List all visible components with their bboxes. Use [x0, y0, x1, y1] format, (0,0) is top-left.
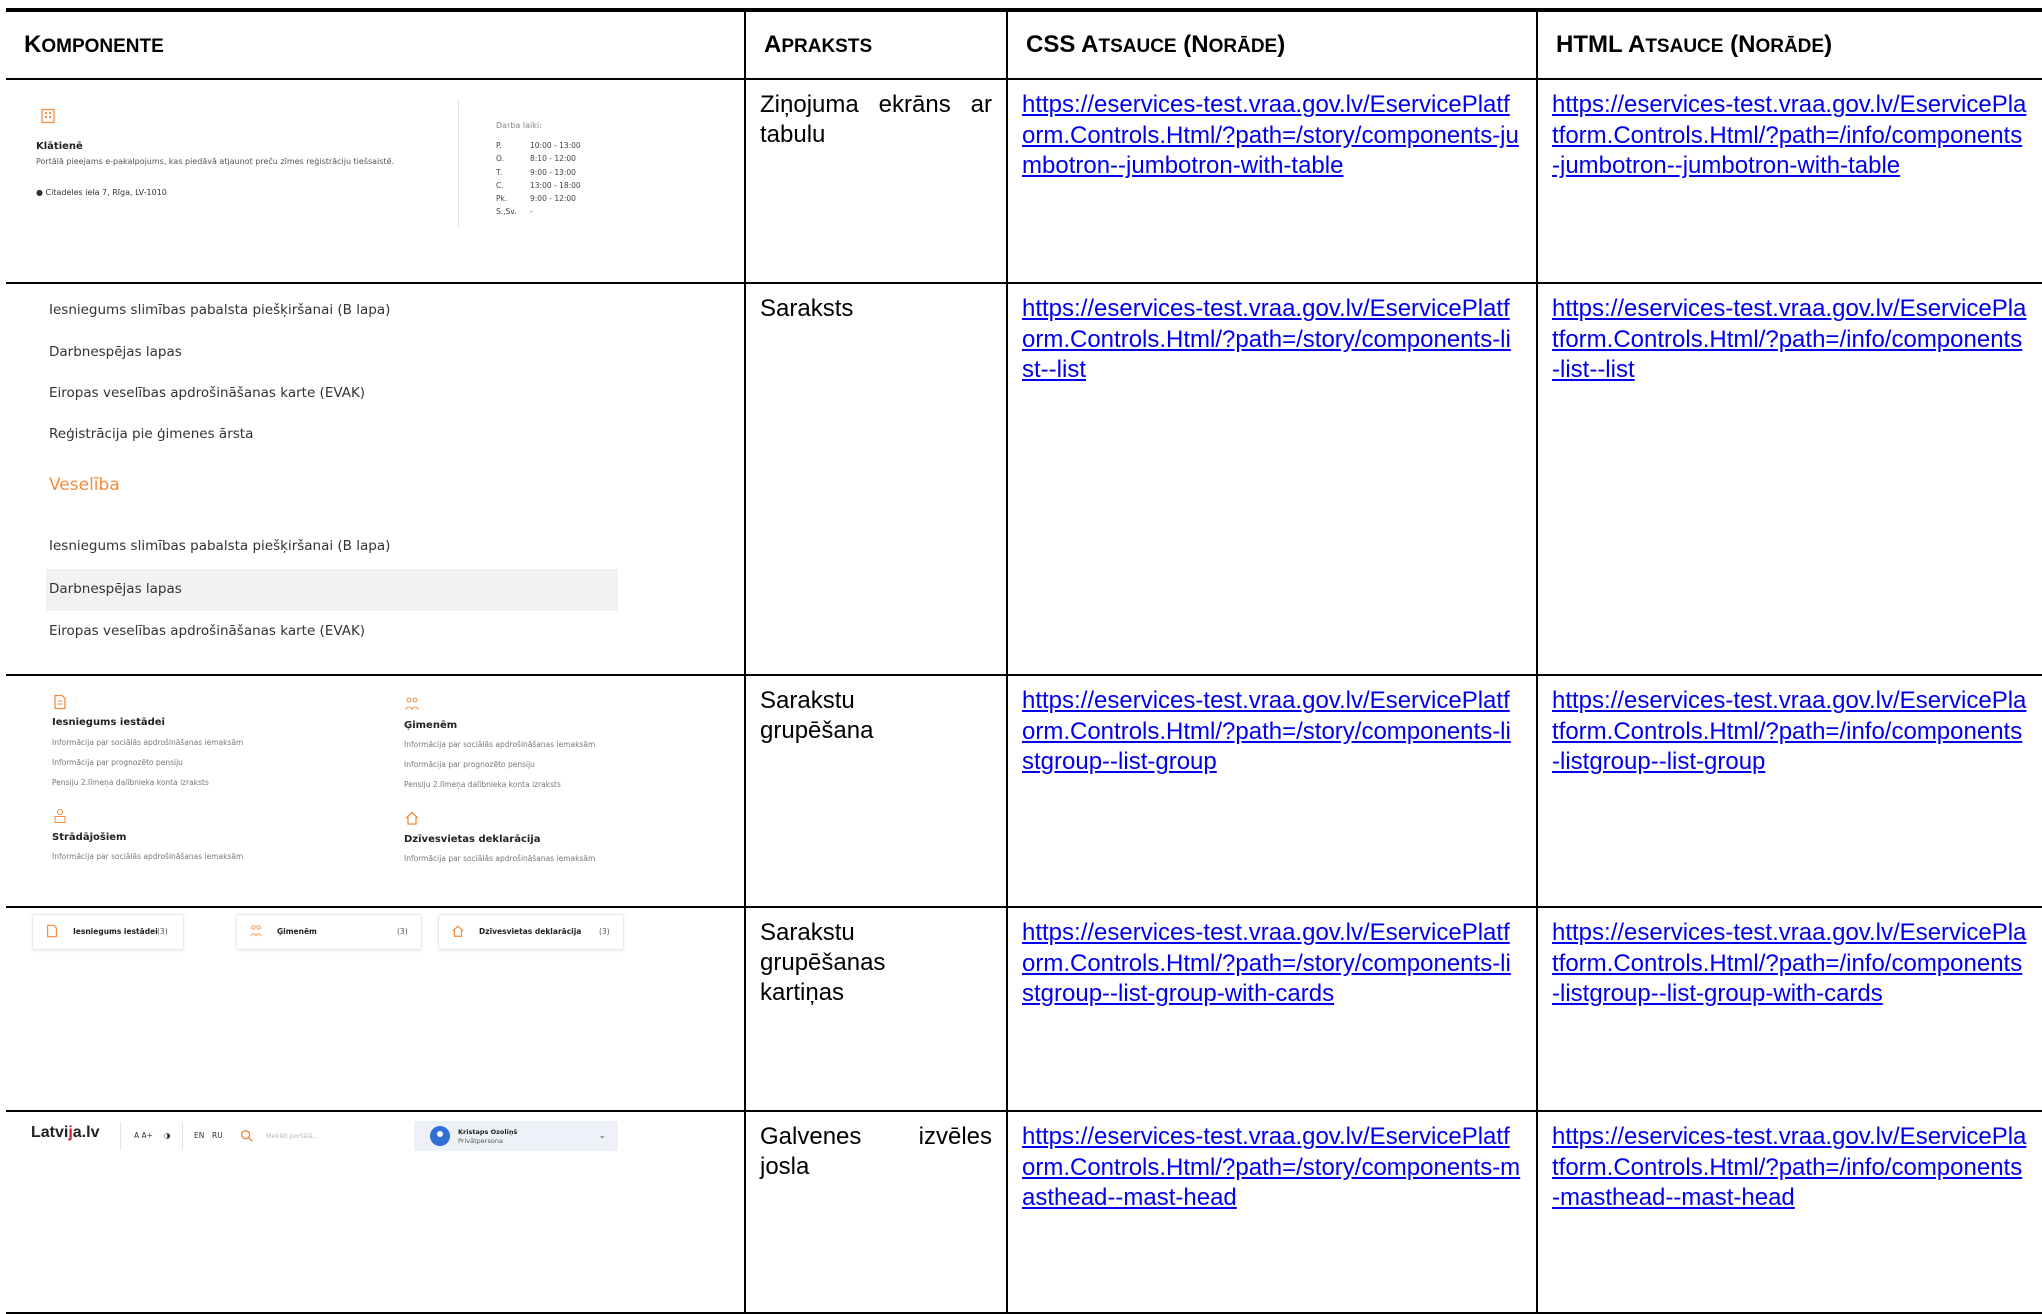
description-cell: Saraksts: [744, 282, 1008, 676]
css-link-cell: https://eservices-test.vraa.gov.lv/Eserv…: [1006, 282, 1538, 676]
html-link-cell: https://eservices-test.vraa.gov.lv/Eserv…: [1536, 78, 2042, 284]
html-reference-link[interactable]: https://eservices-test.vraa.gov.lv/Eserv…: [1552, 918, 2028, 1010]
list-group-item[interactable]: Informācija par prognozēto pensiju: [52, 758, 183, 767]
lang-ru-link[interactable]: RU: [212, 1131, 223, 1140]
jumbotron-title: Klātienē: [36, 141, 83, 152]
table-row: Iesniegums slimības pabalsta piešķiršana…: [6, 282, 2042, 676]
list-group-title[interactable]: Ģimenēm: [404, 720, 457, 731]
list-item[interactable]: Iesniegums slimības pabalsta piešķiršana…: [49, 302, 390, 318]
list-item[interactable]: Eiropas veselības apdrošināšanas karte (…: [49, 385, 365, 401]
html-link-cell: https://eservices-test.vraa.gov.lv/Eserv…: [1536, 1110, 2042, 1314]
list-item[interactable]: Darbnespējas lapas: [49, 344, 182, 360]
building-icon: [41, 108, 55, 124]
html-reference-link[interactable]: https://eservices-test.vraa.gov.lv/Eserv…: [1552, 686, 2028, 778]
component-preview-list: Iesniegums slimības pabalsta piešķiršana…: [6, 282, 746, 676]
house-icon: [405, 811, 419, 825]
header-html: HTML ATSAUCE (NORĀDE): [1536, 8, 2042, 80]
list-group-item[interactable]: Informācija par sociālās apdrošināšanas …: [52, 738, 243, 747]
table-row: Iesniegums iestādei Informācija par soci…: [6, 674, 2042, 908]
list-group-title[interactable]: Iesniegums iestādei: [52, 717, 165, 728]
lang-en-link[interactable]: EN: [194, 1131, 204, 1140]
document-icon: [54, 694, 66, 710]
list-group-item[interactable]: Pensiju 2.līmeņa dalībnieka konta izraks…: [52, 778, 209, 787]
search-placeholder: Meklēt portālā...: [266, 1132, 320, 1140]
list-group-item[interactable]: Informācija par sociālās apdrošināšanas …: [52, 852, 243, 861]
list-group-item[interactable]: Informācija par prognozēto pensiju: [404, 760, 535, 769]
html-reference-link[interactable]: https://eservices-test.vraa.gov.lv/Eserv…: [1552, 90, 2028, 182]
css-link-cell: https://eservices-test.vraa.gov.lv/Eserv…: [1006, 78, 1538, 284]
header-css: CSS ATSAUCE (NORĀDE): [1006, 8, 1538, 80]
list-group-item[interactable]: Pensiju 2.līmeņa dalībnieka konta izraks…: [404, 780, 561, 789]
css-link-cell: https://eservices-test.vraa.gov.lv/Eserv…: [1006, 906, 1538, 1112]
css-reference-link[interactable]: https://eservices-test.vraa.gov.lv/Eserv…: [1022, 294, 1522, 386]
document-icon: [47, 924, 57, 938]
css-reference-link[interactable]: https://eservices-test.vraa.gov.lv/Eserv…: [1022, 90, 1522, 182]
table-row: Klātienē Portālā pieejams e-pakalpojums,…: [6, 78, 2042, 284]
font-size-control[interactable]: A A+: [134, 1131, 153, 1140]
html-reference-link[interactable]: https://eservices-test.vraa.gov.lv/Eserv…: [1552, 294, 2028, 386]
list-group-item[interactable]: Informācija par sociālās apdrošināšanas …: [404, 740, 595, 749]
css-reference-link[interactable]: https://eservices-test.vraa.gov.lv/Eserv…: [1022, 918, 1522, 1010]
list-item[interactable]: Iesniegums slimības pabalsta piešķiršana…: [49, 538, 390, 554]
list-item[interactable]: Reģistrācija pie ģimenes ārsta: [49, 426, 253, 442]
component-preview-cards: Iesniegums iestādei (3) Ģimenēm (3) Dzīv…: [6, 906, 746, 1112]
component-preview-listgroup: Iesniegums iestādei Informācija par soci…: [6, 674, 746, 908]
html-link-cell: https://eservices-test.vraa.gov.lv/Eserv…: [1536, 674, 2042, 908]
list-group-title: Veselība: [49, 475, 120, 495]
user-name: Kristaps Ozoliņš: [458, 1128, 518, 1136]
table-row: Latvija.lv A A+ ◑ EN RU Meklēt portālā..…: [6, 1110, 2042, 1314]
search-icon: [241, 1130, 253, 1142]
list-item[interactable]: Eiropas veselības apdrošināšanas karte (…: [49, 623, 365, 639]
list-item[interactable]: Darbnespējas lapas: [49, 581, 182, 597]
css-link-cell: https://eservices-test.vraa.gov.lv/Eserv…: [1006, 674, 1538, 908]
components-table: KOMPONENTE APRAKSTS CSS ATSAUCE (NORĀDE)…: [6, 8, 2042, 1314]
search-field[interactable]: Meklēt portālā...: [230, 1123, 410, 1149]
css-reference-link[interactable]: https://eservices-test.vraa.gov.lv/Eserv…: [1022, 1122, 1522, 1214]
list-group-title[interactable]: Strādājošiem: [52, 832, 126, 843]
css-reference-link[interactable]: https://eservices-test.vraa.gov.lv/Eserv…: [1022, 686, 1522, 778]
description-cell: Sarakstu grupēšanas kartiņas: [744, 906, 1008, 1112]
avatar: [430, 1126, 450, 1146]
jumbotron-address: ● Citadeles iela 7, Rīga, LV-1010: [36, 188, 167, 197]
header-apraksts: APRAKSTS: [744, 8, 1008, 80]
description-cell: Sarakstu grupēšana: [744, 674, 1008, 908]
chevron-down-icon: ⌄: [598, 1131, 606, 1141]
hours-times: 10:00 - 13:00 8:10 - 12:00 9:00 - 13:00 13:…: [530, 141, 581, 217]
latvija-logo[interactable]: Latvija.lv: [31, 1124, 99, 1142]
family-icon: [405, 697, 419, 711]
html-link-cell: https://eservices-test.vraa.gov.lv/Eserv…: [1536, 282, 2042, 676]
house-icon: [452, 925, 464, 937]
description-cell: Galvenes izvēles josla: [744, 1110, 1008, 1314]
css-link-cell: https://eservices-test.vraa.gov.lv/Eserv…: [1006, 1110, 1538, 1314]
user-menu[interactable]: Kristaps Ozoliņš Privātpersona ⌄: [414, 1121, 618, 1151]
hours-days: P. O. T. C. Pk. S.,Sv.: [496, 141, 517, 217]
worker-icon: [54, 809, 66, 823]
description-cell: Ziņojuma ekrāns ar tabulu: [744, 78, 1008, 284]
hours-label: Darba laiki:: [496, 121, 542, 130]
html-reference-link[interactable]: https://eservices-test.vraa.gov.lv/Eserv…: [1552, 1122, 2028, 1214]
list-group-title[interactable]: Dzīvesvietas deklarācija: [404, 834, 540, 845]
list-group-card[interactable]: Dzīvesvietas deklarācija (3): [438, 914, 624, 950]
divider: [458, 99, 459, 227]
divider: [120, 1122, 121, 1150]
divider: [182, 1122, 183, 1150]
component-preview-jumbotron: Klātienē Portālā pieejams e-pakalpojums,…: [6, 78, 746, 284]
component-preview-masthead: Latvija.lv A A+ ◑ EN RU Meklēt portālā..…: [6, 1110, 746, 1314]
list-group-card[interactable]: Ģimenēm (3): [236, 914, 422, 950]
html-link-cell: https://eservices-test.vraa.gov.lv/Eserv…: [1536, 906, 2042, 1112]
user-role: Privātpersona: [458, 1137, 503, 1145]
list-group-item[interactable]: Informācija par sociālās apdrošināšanas …: [404, 854, 595, 863]
table-row: Iesniegums iestādei (3) Ģimenēm (3) Dzīv…: [6, 906, 2042, 1112]
contrast-icon[interactable]: ◑: [164, 1131, 171, 1140]
family-icon: [250, 925, 262, 937]
jumbotron-subtitle: Portālā pieejams e-pakalpojums, kas pied…: [36, 157, 395, 166]
list-group-card[interactable]: Iesniegums iestādei (3): [32, 914, 184, 950]
location-pin-icon: ●: [36, 188, 43, 197]
